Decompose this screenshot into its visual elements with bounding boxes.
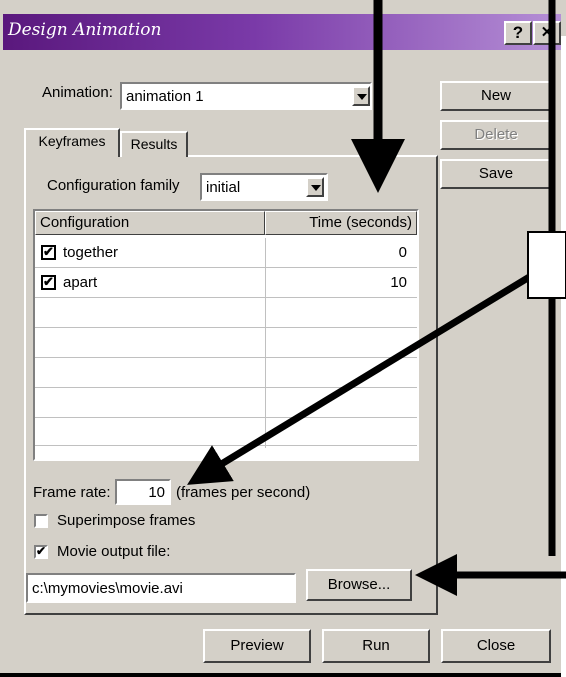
close-button[interactable]: Close xyxy=(441,629,551,663)
column-header-configuration[interactable]: Configuration xyxy=(35,211,265,235)
frame-rate-label: Frame rate: xyxy=(33,484,111,501)
config-family-value: initial xyxy=(206,179,241,196)
window-title: Design Animation xyxy=(8,20,162,40)
config-family-dropdown[interactable]: initial xyxy=(200,173,328,201)
window-bottom-edge xyxy=(0,673,561,677)
animation-label: Animation: xyxy=(42,84,113,101)
row-name: apart xyxy=(63,274,98,291)
row-time: 0 xyxy=(398,244,407,261)
table-row-empty[interactable] xyxy=(35,418,417,448)
help-button[interactable]: ? xyxy=(504,21,532,45)
row-name: together xyxy=(63,244,119,261)
config-family-label: Configuration family xyxy=(47,177,180,194)
table-row-empty[interactable] xyxy=(35,328,417,358)
chevron-down-icon[interactable] xyxy=(306,177,324,197)
save-button[interactable]: Save xyxy=(440,159,552,189)
column-header-time[interactable]: Time (seconds) xyxy=(265,211,417,235)
tab-results[interactable]: Results xyxy=(120,131,188,157)
movie-output-checkbox[interactable] xyxy=(34,544,48,559)
preview-button[interactable]: Preview xyxy=(203,629,311,663)
movie-path-value: c:\mymovies\movie.avi xyxy=(32,580,183,597)
row-checkbox[interactable] xyxy=(41,274,56,290)
animation-dropdown[interactable]: animation 1 xyxy=(120,82,372,110)
close-window-button[interactable]: ✕ xyxy=(533,21,561,45)
tab-keyframes[interactable]: Keyframes xyxy=(24,128,120,157)
frame-rate-value: 10 xyxy=(148,484,165,501)
table-row[interactable]: together 0 xyxy=(35,238,417,268)
movie-path-input[interactable]: c:\mymovies\movie.avi xyxy=(26,573,296,603)
row-time: 10 xyxy=(390,274,407,291)
delete-button: Delete xyxy=(440,120,552,150)
chevron-down-icon[interactable] xyxy=(352,86,370,106)
window-edge xyxy=(561,36,566,677)
superimpose-label[interactable]: Superimpose frames xyxy=(57,512,195,529)
table-row-empty[interactable] xyxy=(35,298,417,328)
table-row[interactable]: apart 10 xyxy=(35,268,417,298)
frame-rate-input[interactable]: 10 xyxy=(115,479,171,505)
run-button[interactable]: Run xyxy=(322,629,430,663)
table-row-empty[interactable] xyxy=(35,388,417,418)
row-checkbox[interactable] xyxy=(41,244,56,260)
browse-button[interactable]: Browse... xyxy=(306,569,412,601)
superimpose-checkbox[interactable] xyxy=(34,514,48,528)
frame-rate-unit: (frames per second) xyxy=(176,484,311,501)
movie-output-label[interactable]: Movie output file: xyxy=(57,543,170,560)
table-row-empty[interactable] xyxy=(35,358,417,388)
new-button[interactable]: New xyxy=(440,81,552,111)
animation-value: animation 1 xyxy=(126,88,204,105)
